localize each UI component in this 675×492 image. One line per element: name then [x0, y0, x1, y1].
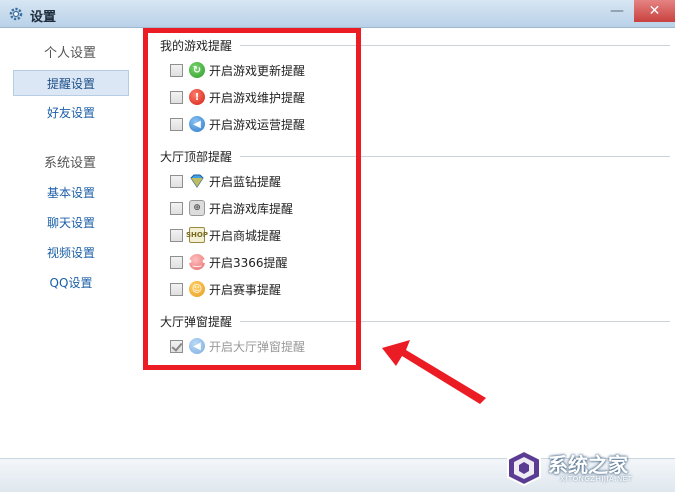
warning-icon: !	[189, 89, 205, 105]
sidebar-group-personal: 个人设置	[43, 46, 96, 61]
sidebar-item-basic[interactable]: 基本设置	[13, 180, 129, 206]
gamepad-icon: ⊕	[189, 200, 205, 216]
reminder-row[interactable]: 开启蓝钻提醒	[170, 172, 281, 190]
trophy-icon: ☺	[189, 281, 205, 297]
tournament-reminder-label: 开启赛事提醒	[209, 282, 282, 297]
blue-diamond-reminder-checkbox[interactable]	[170, 174, 183, 188]
pig-icon: •‿•	[186, 254, 208, 270]
section-divider	[240, 321, 670, 322]
gear-icon	[9, 7, 23, 21]
section-title-lobby-top: 大厅顶部提醒	[160, 150, 233, 164]
game-library-reminder-label: 开启游戏库提醒	[209, 201, 294, 216]
section-divider	[240, 156, 670, 157]
close-button[interactable]: ✕	[634, 0, 675, 22]
section-title-lobby-popup: 大厅弹窗提醒	[160, 315, 233, 329]
title-bar: 设置 — ✕	[0, 0, 675, 28]
sidebar-group-system: 系统设置	[43, 156, 96, 171]
operation-reminder-checkbox[interactable]	[170, 117, 183, 131]
lobby-popup-reminder-label: 开启大厅弹窗提醒	[209, 339, 306, 354]
maintenance-reminder-checkbox[interactable]	[170, 90, 183, 104]
blue-diamond-icon	[190, 174, 204, 188]
update-icon: ↻	[189, 62, 205, 78]
sidebar-item-qq[interactable]: QQ设置	[13, 270, 129, 296]
shop-reminder-checkbox[interactable]	[170, 228, 183, 242]
3366-reminder-label: 开启3366提醒	[209, 255, 288, 270]
reminder-row[interactable]: ◀ 开启游戏运营提醒	[170, 115, 305, 133]
update-reminder-label: 开启游戏更新提醒	[209, 63, 306, 78]
settings-window: 个人设置 提醒设置 好友设置 系统设置 基本设置 聊天设置 视频设置 QQ设置 …	[0, 28, 675, 492]
minimize-button[interactable]: —	[604, 0, 630, 22]
tournament-reminder-checkbox[interactable]	[170, 282, 183, 296]
shop-reminder-label: 开启商城提醒	[209, 228, 282, 243]
watermark-url: XITONGZHIJIA.NET	[560, 475, 633, 483]
reminder-row: ◀ 开启大厅弹窗提醒	[170, 337, 305, 355]
sidebar-item-video[interactable]: 视频设置	[13, 240, 129, 266]
game-library-reminder-checkbox[interactable]	[170, 201, 183, 215]
red-arrow-annotation	[382, 340, 486, 404]
section-divider	[240, 45, 670, 46]
sidebar-item-reminder[interactable]: 提醒设置	[13, 70, 129, 96]
sidebar: 个人设置 提醒设置 好友设置 系统设置 基本设置 聊天设置 视频设置 QQ设置	[0, 28, 140, 458]
reminder-row[interactable]: SHOP 开启商城提醒	[170, 226, 281, 244]
reminder-row[interactable]: ↻ 开启游戏更新提醒	[170, 61, 305, 79]
3366-reminder-checkbox[interactable]	[170, 255, 183, 269]
shop-icon: SHOP	[186, 227, 208, 243]
section-title-my-games: 我的游戏提醒	[160, 39, 233, 53]
reminder-row[interactable]: ! 开启游戏维护提醒	[170, 88, 305, 106]
maintenance-reminder-label: 开启游戏维护提醒	[209, 90, 306, 105]
sidebar-item-friends[interactable]: 好友设置	[13, 100, 129, 126]
window-title: 设置	[30, 10, 57, 25]
watermark-text: 系统之家	[548, 453, 628, 477]
lobby-popup-reminder-checkbox	[170, 339, 183, 353]
operation-reminder-label: 开启游戏运营提醒	[209, 117, 306, 132]
speaker-icon: ◀	[189, 116, 205, 132]
reminder-row[interactable]: •‿• 开启3366提醒	[170, 253, 288, 271]
reminder-row[interactable]: ☺ 开启赛事提醒	[170, 280, 281, 298]
speaker-icon: ◀	[189, 338, 205, 354]
update-reminder-checkbox[interactable]	[170, 63, 183, 77]
reminder-row[interactable]: ⊕ 开启游戏库提醒	[170, 199, 293, 217]
sidebar-item-chat[interactable]: 聊天设置	[13, 210, 129, 236]
blue-diamond-reminder-label: 开启蓝钻提醒	[209, 174, 282, 189]
